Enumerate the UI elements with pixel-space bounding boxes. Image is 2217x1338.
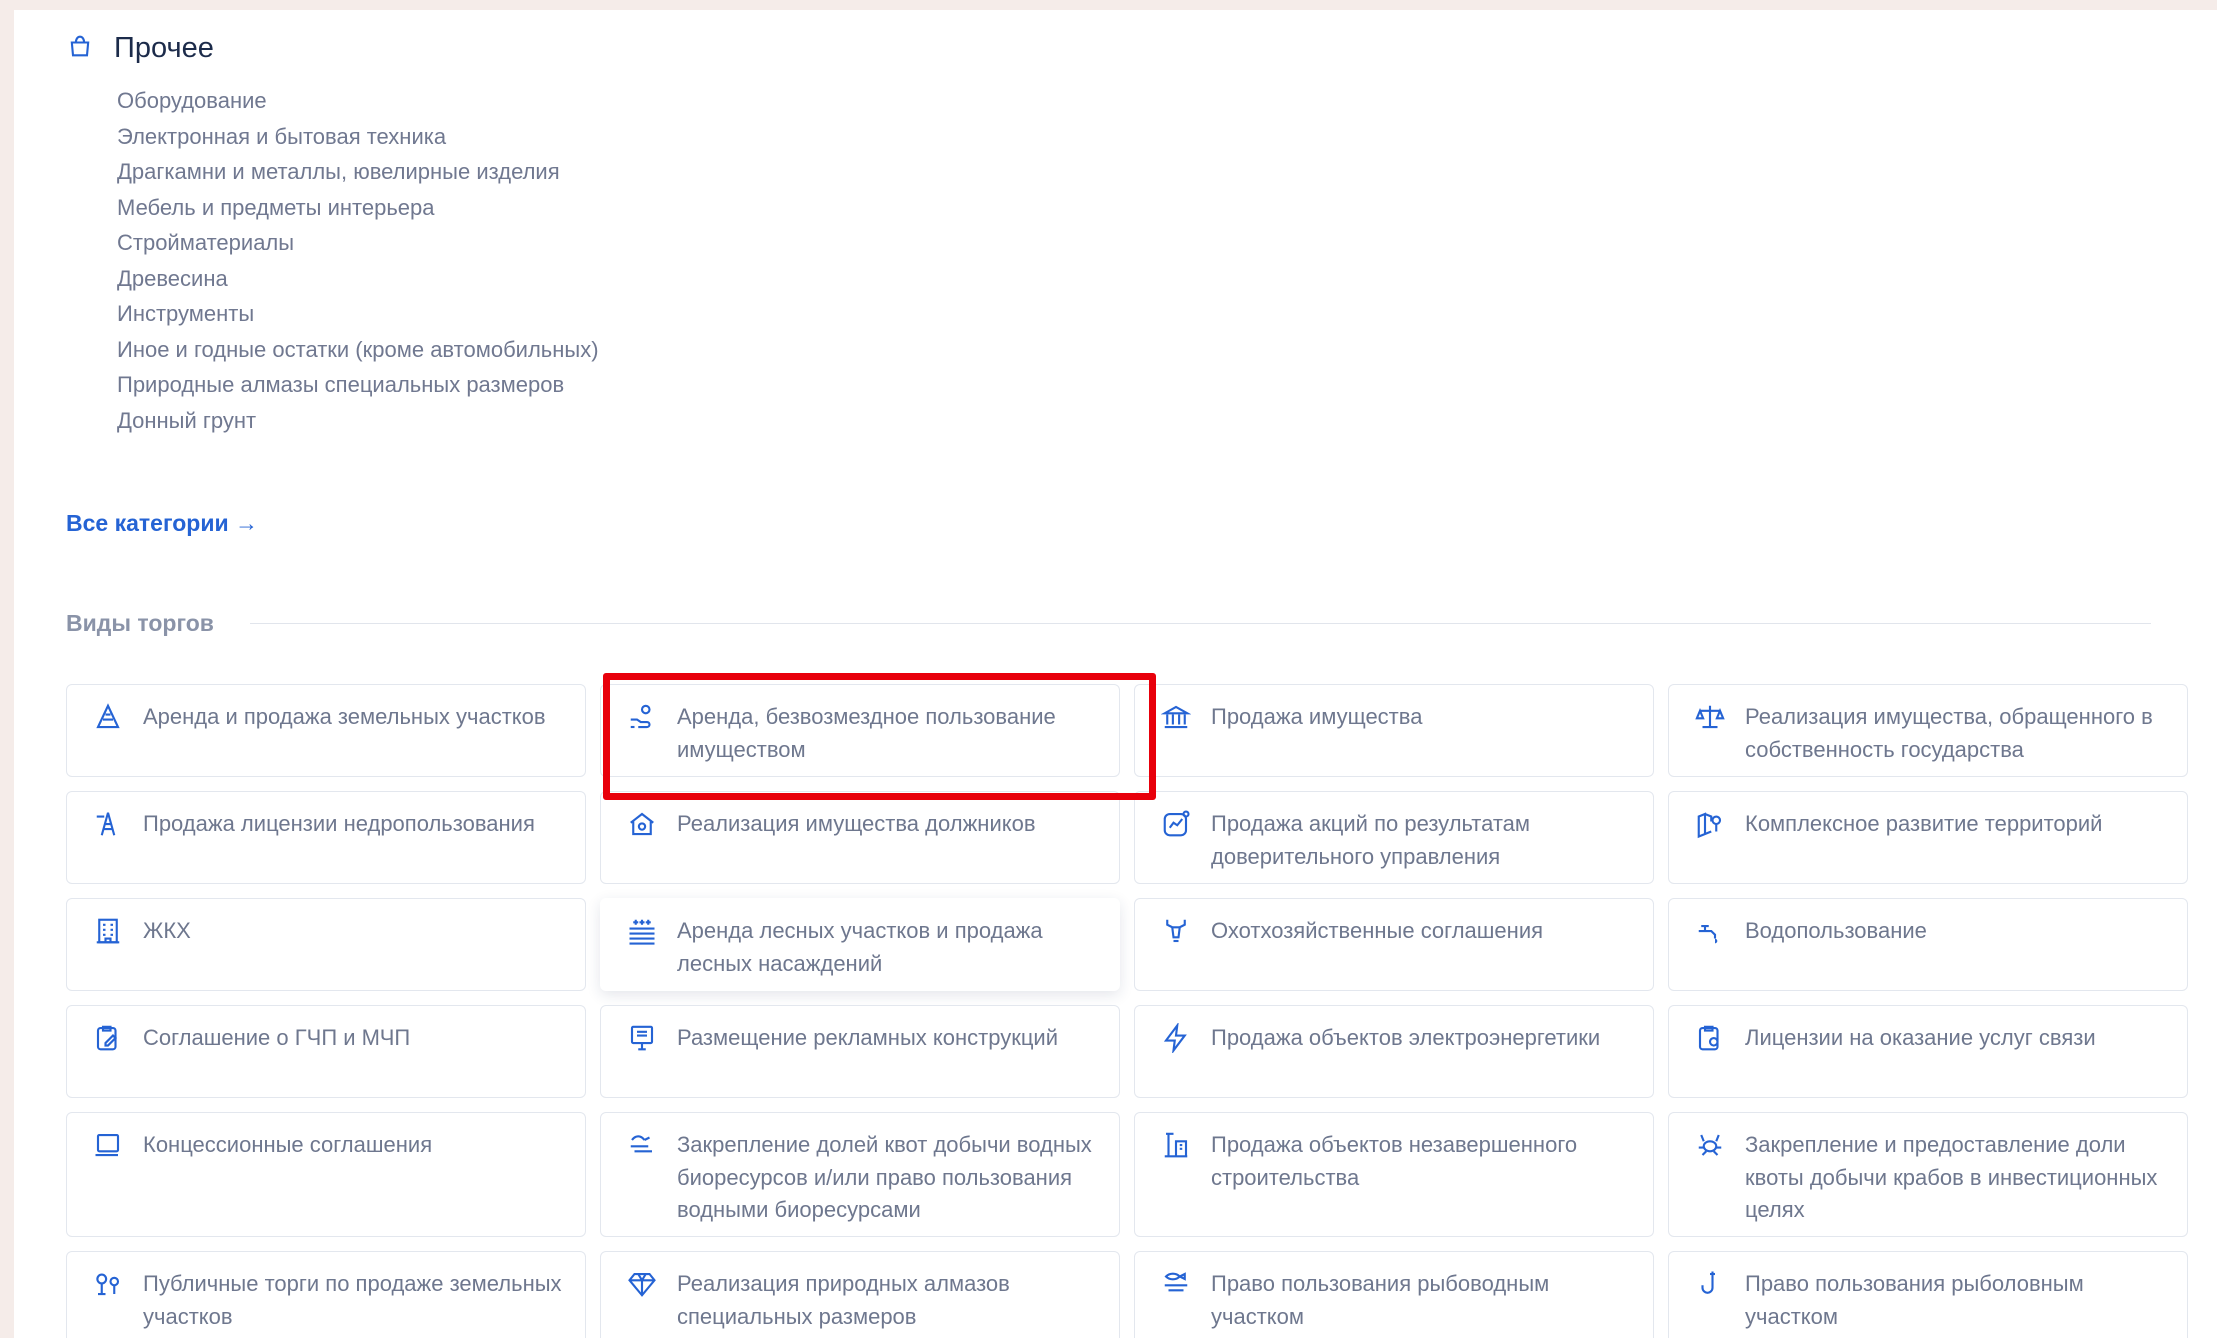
contract-edit-icon: [93, 1023, 125, 1055]
apartment-building-icon: [93, 916, 125, 948]
trade-type-label: Реализация имущества должников: [677, 811, 1036, 836]
divider: [249, 623, 2151, 624]
trade-type-label: Реализация природных алмазов специальных…: [677, 1271, 1010, 1329]
trade-type-label: Комплексное развитие территорий: [1745, 811, 2103, 836]
trade-type-label: Закрепление долей квот добычи водных био…: [677, 1132, 1092, 1222]
trade-type-label: Аренда и продажа земельных участков: [143, 704, 546, 729]
trade-type-label: Реализация имущества, обращенного в собс…: [1745, 704, 2153, 762]
category-link[interactable]: Инструменты: [117, 297, 637, 330]
trade-type-label: Охотхозяйственные соглашения: [1211, 918, 1544, 943]
trade-type-card-crab-quotas[interactable]: Закрепление и предоставление доли квоты …: [1668, 1112, 2188, 1237]
category-link[interactable]: Природные алмазы специальных размеров: [117, 368, 637, 401]
location-pins-icon: [93, 1269, 125, 1301]
category-link[interactable]: Стройматериалы: [117, 226, 637, 259]
scales-icon: [1695, 702, 1727, 734]
trade-type-card-power-objects[interactable]: Продажа объектов электроэнергетики: [1134, 1005, 1654, 1098]
fish-farm-icon: [1161, 1269, 1193, 1301]
trade-type-card-fishing-area[interactable]: Право пользования рыболовным участком: [1668, 1251, 2188, 1338]
trade-type-label: Право пользования рыбоводным участком: [1211, 1271, 1550, 1329]
trade-type-card-shares-sale[interactable]: Продажа акций по результатам доверительн…: [1134, 791, 1654, 884]
bag-icon: [66, 32, 94, 65]
trade-type-label: ЖКХ: [143, 918, 191, 943]
trade-type-card-state-property[interactable]: Реализация имущества, обращенного в собс…: [1668, 684, 2188, 777]
trade-type-card-property-sale[interactable]: Продажа имущества: [1134, 684, 1654, 777]
trade-type-card-property-rent[interactable]: Аренда, безвозмездное пользование имущес…: [600, 684, 1120, 777]
trade-type-card-public-land-auctions[interactable]: Публичные торги по продаже земельных уча…: [66, 1251, 586, 1338]
all-categories-link[interactable]: Все категории →: [66, 510, 258, 537]
map-pin-icon: [1695, 809, 1727, 841]
forest-icon: [627, 916, 659, 948]
trade-type-label: Аренда, безвозмездное пользование имущес…: [677, 704, 1056, 762]
category-link[interactable]: Иное и годные остатки (кроме автомобильн…: [117, 333, 637, 366]
house-icon: [627, 809, 659, 841]
other-section-title: Прочее: [114, 32, 214, 64]
billboard-icon: [627, 1023, 659, 1055]
trade-type-label: Размещение рекламных конструкций: [677, 1025, 1058, 1050]
fishing-hook-icon: [1695, 1269, 1727, 1301]
category-link[interactable]: Донный грунт: [117, 404, 637, 437]
trade-type-label: Продажа объектов электроэнергетики: [1211, 1025, 1601, 1050]
category-link[interactable]: Древесина: [117, 262, 637, 295]
lightning-icon: [1161, 1021, 1193, 1055]
trade-type-card-fish-farming-area[interactable]: Право пользования рыбоводным участком: [1134, 1251, 1654, 1338]
category-link[interactable]: Драгкамни и металлы, ювелирные изделия: [117, 155, 637, 188]
trade-type-label: Продажа акций по результатам доверительн…: [1211, 811, 1531, 869]
trade-type-label: Право пользования рыболовным участком: [1745, 1271, 2084, 1329]
trade-type-card-aquatic-quotas[interactable]: Закрепление долей квот добычи водных био…: [600, 1112, 1120, 1237]
land-plot-icon: [93, 702, 125, 734]
diamond-icon: [627, 1269, 659, 1301]
bank-building-icon: [1160, 702, 1193, 734]
fish-icon: [627, 1130, 659, 1162]
trade-type-card-unfinished-construction[interactable]: Продажа объектов незавершенного строител…: [1134, 1112, 1654, 1237]
trade-type-card-territory-development[interactable]: Комплексное развитие территорий: [1668, 791, 2188, 884]
stock-chart-icon: [1161, 809, 1193, 841]
category-link[interactable]: Оборудование: [117, 84, 637, 117]
page: Прочее Оборудование Электронная и бытова…: [14, 10, 2217, 1338]
trade-type-label: Продажа объектов незавершенного строител…: [1211, 1132, 1578, 1190]
deer-icon: [1161, 916, 1193, 948]
trade-type-card-concession-agreements[interactable]: Концессионные соглашения: [66, 1112, 586, 1237]
hand-coins-icon: [627, 702, 659, 734]
trade-type-label: Лицензии на оказание услуг связи: [1745, 1025, 2096, 1050]
construction-icon: [1161, 1130, 1193, 1162]
trade-type-card-forest-rent[interactable]: Аренда лесных участков и продажа лесных …: [600, 898, 1120, 991]
category-link[interactable]: Электронная и бытовая техника: [117, 120, 637, 153]
trade-type-label: Продажа лицензии недропользования: [143, 811, 535, 836]
trade-type-card-ppp-agreement[interactable]: Соглашение о ГЧП и МЧП: [66, 1005, 586, 1098]
trade-types-header: Виды торгов: [66, 610, 2151, 637]
trade-type-card-natural-diamonds[interactable]: Реализация природных алмазов специальных…: [600, 1251, 1120, 1338]
trade-type-card-water-use[interactable]: Водопользование: [1668, 898, 2188, 991]
oil-rig-icon: [93, 809, 125, 841]
trade-types-title: Виды торгов: [66, 610, 214, 636]
trade-type-label: Соглашение о ГЧП и МЧП: [143, 1025, 411, 1050]
trade-type-card-communication-licenses[interactable]: Лицензии на оказание услуг связи: [1668, 1005, 2188, 1098]
trade-type-card-housing-utilities[interactable]: ЖКХ: [66, 898, 586, 991]
trade-type-card-hunting-agreements[interactable]: Охотхозяйственные соглашения: [1134, 898, 1654, 991]
category-link[interactable]: Мебель и предметы интерьера: [117, 191, 637, 224]
trade-type-label: Публичные торги по продаже земельных уча…: [143, 1271, 562, 1329]
crab-icon: [1695, 1130, 1727, 1162]
other-category-list: Оборудование Электронная и бытовая техни…: [117, 84, 637, 439]
trade-type-card-debtors-property[interactable]: Реализация имущества должников: [600, 791, 1120, 884]
communication-license-icon: [1695, 1023, 1727, 1055]
trade-type-card-advertising[interactable]: Размещение рекламных конструкций: [600, 1005, 1120, 1098]
trade-type-label: Продажа имущества: [1211, 704, 1423, 729]
trade-type-label: Аренда лесных участков и продажа лесных …: [677, 918, 1043, 976]
trade-type-card-land-rent-sale[interactable]: Аренда и продажа земельных участков: [66, 684, 586, 777]
trade-types-grid: Аренда и продажа земельных участков Арен…: [66, 684, 2200, 1338]
trade-type-label: Водопользование: [1745, 918, 1927, 943]
trade-type-label: Концессионные соглашения: [143, 1132, 433, 1157]
laptop-icon: [93, 1130, 125, 1162]
trade-type-card-subsoil-license[interactable]: Продажа лицензии недропользования: [66, 791, 586, 884]
trade-type-label: Закрепление и предоставление доли квоты …: [1745, 1132, 2158, 1222]
other-section-header: Прочее: [66, 32, 214, 65]
water-tap-icon: [1695, 916, 1727, 948]
